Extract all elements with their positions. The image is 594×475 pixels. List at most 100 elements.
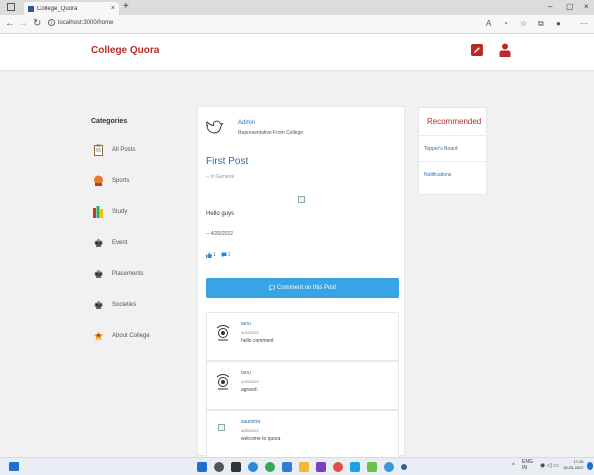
wifi-volume-battery-icon[interactable]: ◉ ◁ ▭	[540, 462, 559, 469]
author-description: Representative From College	[238, 130, 304, 136]
clipboard-icon	[93, 144, 104, 156]
comments-list: tanu 4/20/2022 hello comment tanu 4/20/2…	[206, 312, 399, 457]
pencil-icon	[474, 47, 480, 53]
browser-tab-bar: College_Quora × + – ▢ ×	[0, 0, 594, 15]
language-indicator[interactable]: ENG IN	[522, 459, 533, 471]
windows-taskbar: ^ ENG IN ◉ ◁ ▭ 17:45 18-05-2022	[0, 457, 594, 475]
post-card: Admin Representative From College First …	[197, 106, 405, 457]
minimize-button[interactable]: –	[548, 2, 552, 11]
comment-button-label: Comment on this Post	[276, 285, 337, 291]
notification-icon[interactable]	[587, 462, 593, 470]
recommended-toppers-board[interactable]: Topper's Board	[419, 135, 486, 161]
search-icon[interactable]	[214, 462, 224, 472]
chrome-icon[interactable]	[265, 462, 275, 472]
file-explorer-icon[interactable]	[299, 462, 309, 472]
comment-item: tanu 4/20/2022 agreed.	[206, 361, 399, 410]
author-avatar	[204, 116, 224, 136]
comment-author[interactable]: tanu	[241, 370, 251, 376]
category-sports[interactable]: Sports	[93, 171, 183, 191]
refresh-icon[interactable]: ↻	[33, 18, 41, 29]
category-label: Study	[112, 209, 128, 215]
comment-bubble-icon[interactable]	[221, 252, 227, 258]
post-category: -- In General	[206, 174, 235, 180]
comment-icon	[269, 285, 275, 291]
recommended-panel: Recommended Topper's Board Notifications	[418, 107, 487, 195]
author-name[interactable]: Admin	[238, 120, 255, 126]
brand-logo[interactable]: College Quora	[91, 45, 159, 56]
category-event[interactable]: ♚ Event	[93, 233, 183, 253]
new-tab-button[interactable]: +	[123, 1, 129, 12]
tray-chevron-icon[interactable]: ^	[512, 463, 515, 469]
start-icon[interactable]	[197, 462, 207, 472]
camera-avatar-icon	[216, 374, 230, 390]
category-societies[interactable]: ♚ Societies	[93, 295, 183, 315]
post-body: Hello guys	[206, 211, 235, 217]
brave-icon[interactable]	[333, 462, 343, 472]
comment-item: tanu 4/20/2022 hello comment	[206, 312, 399, 361]
comment-author[interactable]: tanu	[241, 321, 251, 327]
more-menu-icon[interactable]: ⋯	[580, 19, 588, 28]
category-label: Societies	[112, 302, 137, 308]
write-post-button[interactable]	[471, 44, 483, 56]
app-icon[interactable]	[384, 462, 394, 472]
browser-tab[interactable]: College_Quora ×	[24, 2, 119, 15]
recommended-notifications[interactable]: Notifications	[419, 161, 486, 187]
clock-time: 17:45	[573, 459, 584, 464]
url-field[interactable]: localhost:3000/home	[58, 20, 113, 26]
category-label: All Posts	[112, 147, 136, 153]
tab-close-button[interactable]: ×	[111, 5, 115, 12]
recommended-title: Recommended	[427, 117, 482, 126]
comment-on-post-button[interactable]: Comment on this Post	[206, 278, 399, 298]
category-study[interactable]: Study	[93, 202, 183, 222]
site-info-icon[interactable]: i	[48, 19, 55, 26]
categories-title: Categories	[91, 118, 128, 125]
clock[interactable]: 17:45 18-05-2022	[563, 459, 583, 471]
language-bottom: IN	[522, 465, 527, 471]
tab-actions-icon[interactable]	[7, 3, 15, 11]
user-icon	[499, 43, 511, 57]
post-stats: 1 1	[206, 252, 231, 258]
back-arrow-icon[interactable]: ←	[5, 18, 15, 29]
category-about-college[interactable]: About College	[93, 326, 183, 346]
category-all-posts[interactable]: All Posts	[93, 140, 183, 160]
tracking-icon[interactable]: ◔	[503, 19, 508, 28]
star-badge-icon	[93, 330, 104, 342]
edge-icon[interactable]	[248, 462, 258, 472]
favorite-star-icon[interactable]: ☆	[520, 19, 527, 28]
app-header: College Quora	[0, 34, 594, 70]
comment-author[interactable]: saumitra	[241, 419, 260, 425]
thumbs-up-icon[interactable]	[206, 252, 212, 258]
store-icon[interactable]	[350, 462, 360, 472]
books-icon	[93, 206, 104, 218]
collections-icon[interactable]: ⧉	[538, 19, 544, 29]
recommended-item-label: Notifications	[424, 171, 452, 178]
address-bar: ← → ↻ i localhost:3000/home A ◔ ☆ ⧉ ● ⋯	[0, 15, 594, 34]
category-label: Placements	[112, 271, 144, 277]
app-icon[interactable]	[316, 462, 326, 472]
profile-icon[interactable]: ●	[556, 19, 561, 28]
read-aloud-icon[interactable]: A	[486, 19, 491, 28]
likes-count: 1	[213, 252, 216, 258]
bird-logo-icon	[206, 120, 224, 134]
task-view-icon[interactable]	[231, 462, 241, 472]
forward-arrow-icon[interactable]: →	[18, 18, 28, 29]
comment-date: 4/20/2022	[241, 330, 259, 335]
post-title[interactable]: First Post	[206, 156, 248, 167]
comment-text: agreed.	[241, 387, 258, 393]
user-profile-button[interactable]	[499, 43, 511, 57]
tab-title: College_Quora	[37, 5, 78, 12]
category-label: Sports	[112, 178, 130, 184]
category-placements[interactable]: ♚ Placements	[93, 264, 183, 284]
window-close-button[interactable]: ×	[584, 2, 589, 11]
maximize-button[interactable]: ▢	[566, 2, 574, 11]
terminal-icon[interactable]	[367, 462, 377, 472]
vscode-icon[interactable]	[282, 462, 292, 472]
category-label: Event	[112, 240, 128, 246]
widgets-icon[interactable]	[9, 462, 19, 471]
categories-sidebar: Categories All Posts Sports Study ♚ Even…	[83, 105, 175, 350]
chess-king-icon: ♚	[93, 299, 104, 312]
broken-avatar-icon	[218, 424, 225, 431]
comment-item: saumitra 4/25/2022 welcome to quora	[206, 410, 399, 457]
comment-text: welcome to quora	[241, 436, 281, 442]
app-icon[interactable]	[401, 464, 407, 470]
